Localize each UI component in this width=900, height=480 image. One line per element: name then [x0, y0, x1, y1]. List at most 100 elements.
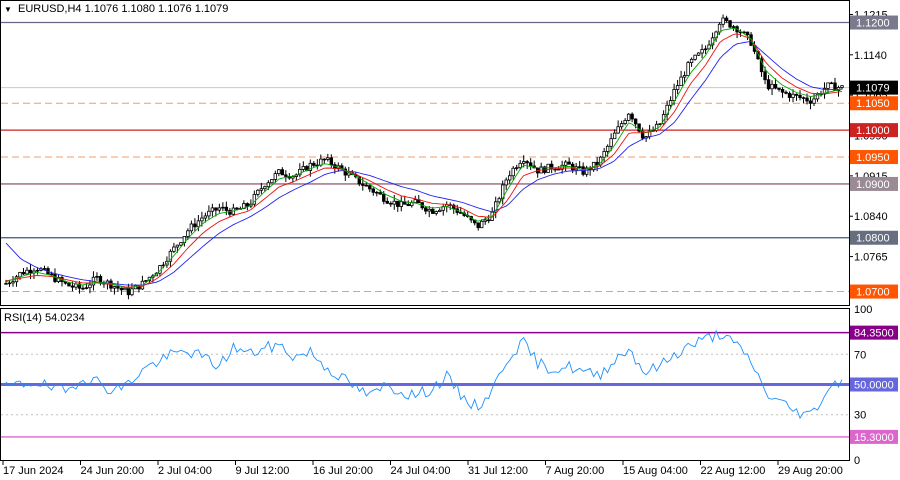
level-tag-3: 1.0950 [856, 152, 890, 164]
candle-body [189, 223, 194, 232]
candle-body [731, 26, 736, 28]
candle-body [434, 211, 438, 214]
dropdown-triangle-icon[interactable]: ▼ [4, 5, 12, 14]
candle-body [424, 207, 428, 212]
level-tag-6: 1.0700 [856, 287, 890, 299]
candle-body [116, 286, 120, 289]
time-tick-label: 17 Jun 2024 [3, 465, 64, 477]
candle-body [245, 203, 250, 207]
candle-body [686, 62, 690, 76]
candle-body [791, 93, 795, 98]
candle-body [399, 201, 403, 207]
candle-body [413, 199, 417, 204]
candle-body [375, 191, 379, 194]
rsi-scale-label: 100 [854, 304, 872, 316]
candle-body [70, 285, 75, 288]
candle-body [840, 85, 844, 88]
candle-body [266, 182, 271, 188]
candle-body [210, 207, 215, 212]
candle-body [787, 92, 792, 98]
candle-body [207, 210, 211, 217]
candle-body [21, 271, 26, 275]
candle-body [528, 162, 533, 167]
candle-body [546, 163, 550, 173]
chart-canvas[interactable]: 1.12151.11401.10651.09901.09151.08401.07… [0, 0, 900, 480]
time-tick-label: 22 Aug 12:00 [701, 465, 766, 477]
candle-body [28, 269, 33, 274]
candle-body [829, 82, 834, 85]
candle-body [675, 85, 680, 90]
candle-body [25, 269, 29, 275]
candle-body [497, 198, 501, 203]
candle-body [654, 123, 659, 131]
candle-body [801, 97, 806, 99]
candle-body [322, 158, 327, 161]
candle-body [256, 189, 260, 195]
time-tick-label: 24 Jul 04:00 [391, 465, 451, 477]
time-tick-label: 9 Jul 12:00 [236, 465, 290, 477]
candle-body [130, 288, 134, 296]
rsi-title: RSI(14) 54.0234 [4, 312, 85, 324]
time-tick-label: 7 Aug 20:00 [546, 465, 605, 477]
candle-body [553, 168, 557, 171]
candle-body [487, 219, 491, 222]
candle-body [616, 126, 620, 134]
level-tag-1: 1.1050 [856, 98, 890, 110]
candle-body [514, 167, 519, 169]
time-axis: 17 Jun 2024 24 Jun 20:00 2 Jul 04:00 9 Jul … [2, 461, 843, 477]
candle-body [812, 98, 816, 104]
candle-body [567, 161, 571, 165]
moving-averages [5, 27, 843, 289]
level-tag-2: 1.1000 [856, 125, 890, 137]
candle-body [480, 220, 484, 229]
candle-body [123, 287, 127, 291]
candle-body [42, 268, 47, 270]
rsi-scale-label: 30 [854, 410, 866, 422]
candle-body [224, 206, 229, 211]
candle-body [577, 166, 582, 168]
candle-body [483, 219, 487, 222]
time-tick-label: 2 Jul 04:00 [158, 465, 212, 477]
price-tick-label: 1.0840 [854, 211, 888, 223]
candle-body [406, 203, 410, 207]
time-tick-label: 15 Aug 04:00 [623, 465, 688, 477]
time-tick-label: 16 Jul 20:00 [313, 465, 373, 477]
candle-body [53, 273, 57, 282]
candle-body [235, 207, 239, 210]
candle-body [703, 48, 708, 51]
candle-body [284, 174, 288, 177]
candle-body [805, 97, 809, 102]
candle-body [682, 75, 687, 78]
rsi-scale-label: 70 [854, 349, 866, 361]
candle-body [186, 230, 190, 237]
price-tick-label: 1.0765 [854, 252, 888, 264]
candle-body [563, 161, 568, 166]
candle-body [609, 138, 613, 147]
candle-body [389, 202, 393, 205]
candle-body [504, 179, 508, 186]
candle-body [427, 208, 431, 212]
candle-body [700, 49, 704, 54]
candle-body [794, 93, 799, 96]
candle-body [214, 207, 218, 211]
level-tag-0: 1.1200 [856, 18, 890, 30]
candle-body [312, 162, 316, 166]
candle-body [630, 113, 634, 120]
candle-body [217, 207, 222, 211]
candle-body [672, 89, 676, 101]
candle-body [745, 31, 750, 36]
symbol-timeframe: EURUSD,H4 [17, 3, 82, 15]
candle-body [619, 123, 624, 128]
time-tick-label: 24 Jun 20:00 [81, 465, 145, 477]
candle-body [371, 188, 375, 193]
chart-header: ▼ EURUSD,H4 1.1076 1.1080 1.1076 1.1079 [4, 3, 228, 15]
candle-body [126, 287, 131, 296]
candle-body [179, 242, 183, 246]
rsi-line [5, 329, 843, 420]
candle-body [382, 193, 386, 202]
rsi-level-tag-0: 84.3500 [854, 328, 894, 340]
level-tag-5: 1.0800 [856, 233, 890, 245]
candle-body [780, 89, 785, 93]
candle-body [459, 212, 463, 214]
candle-body [35, 269, 40, 272]
